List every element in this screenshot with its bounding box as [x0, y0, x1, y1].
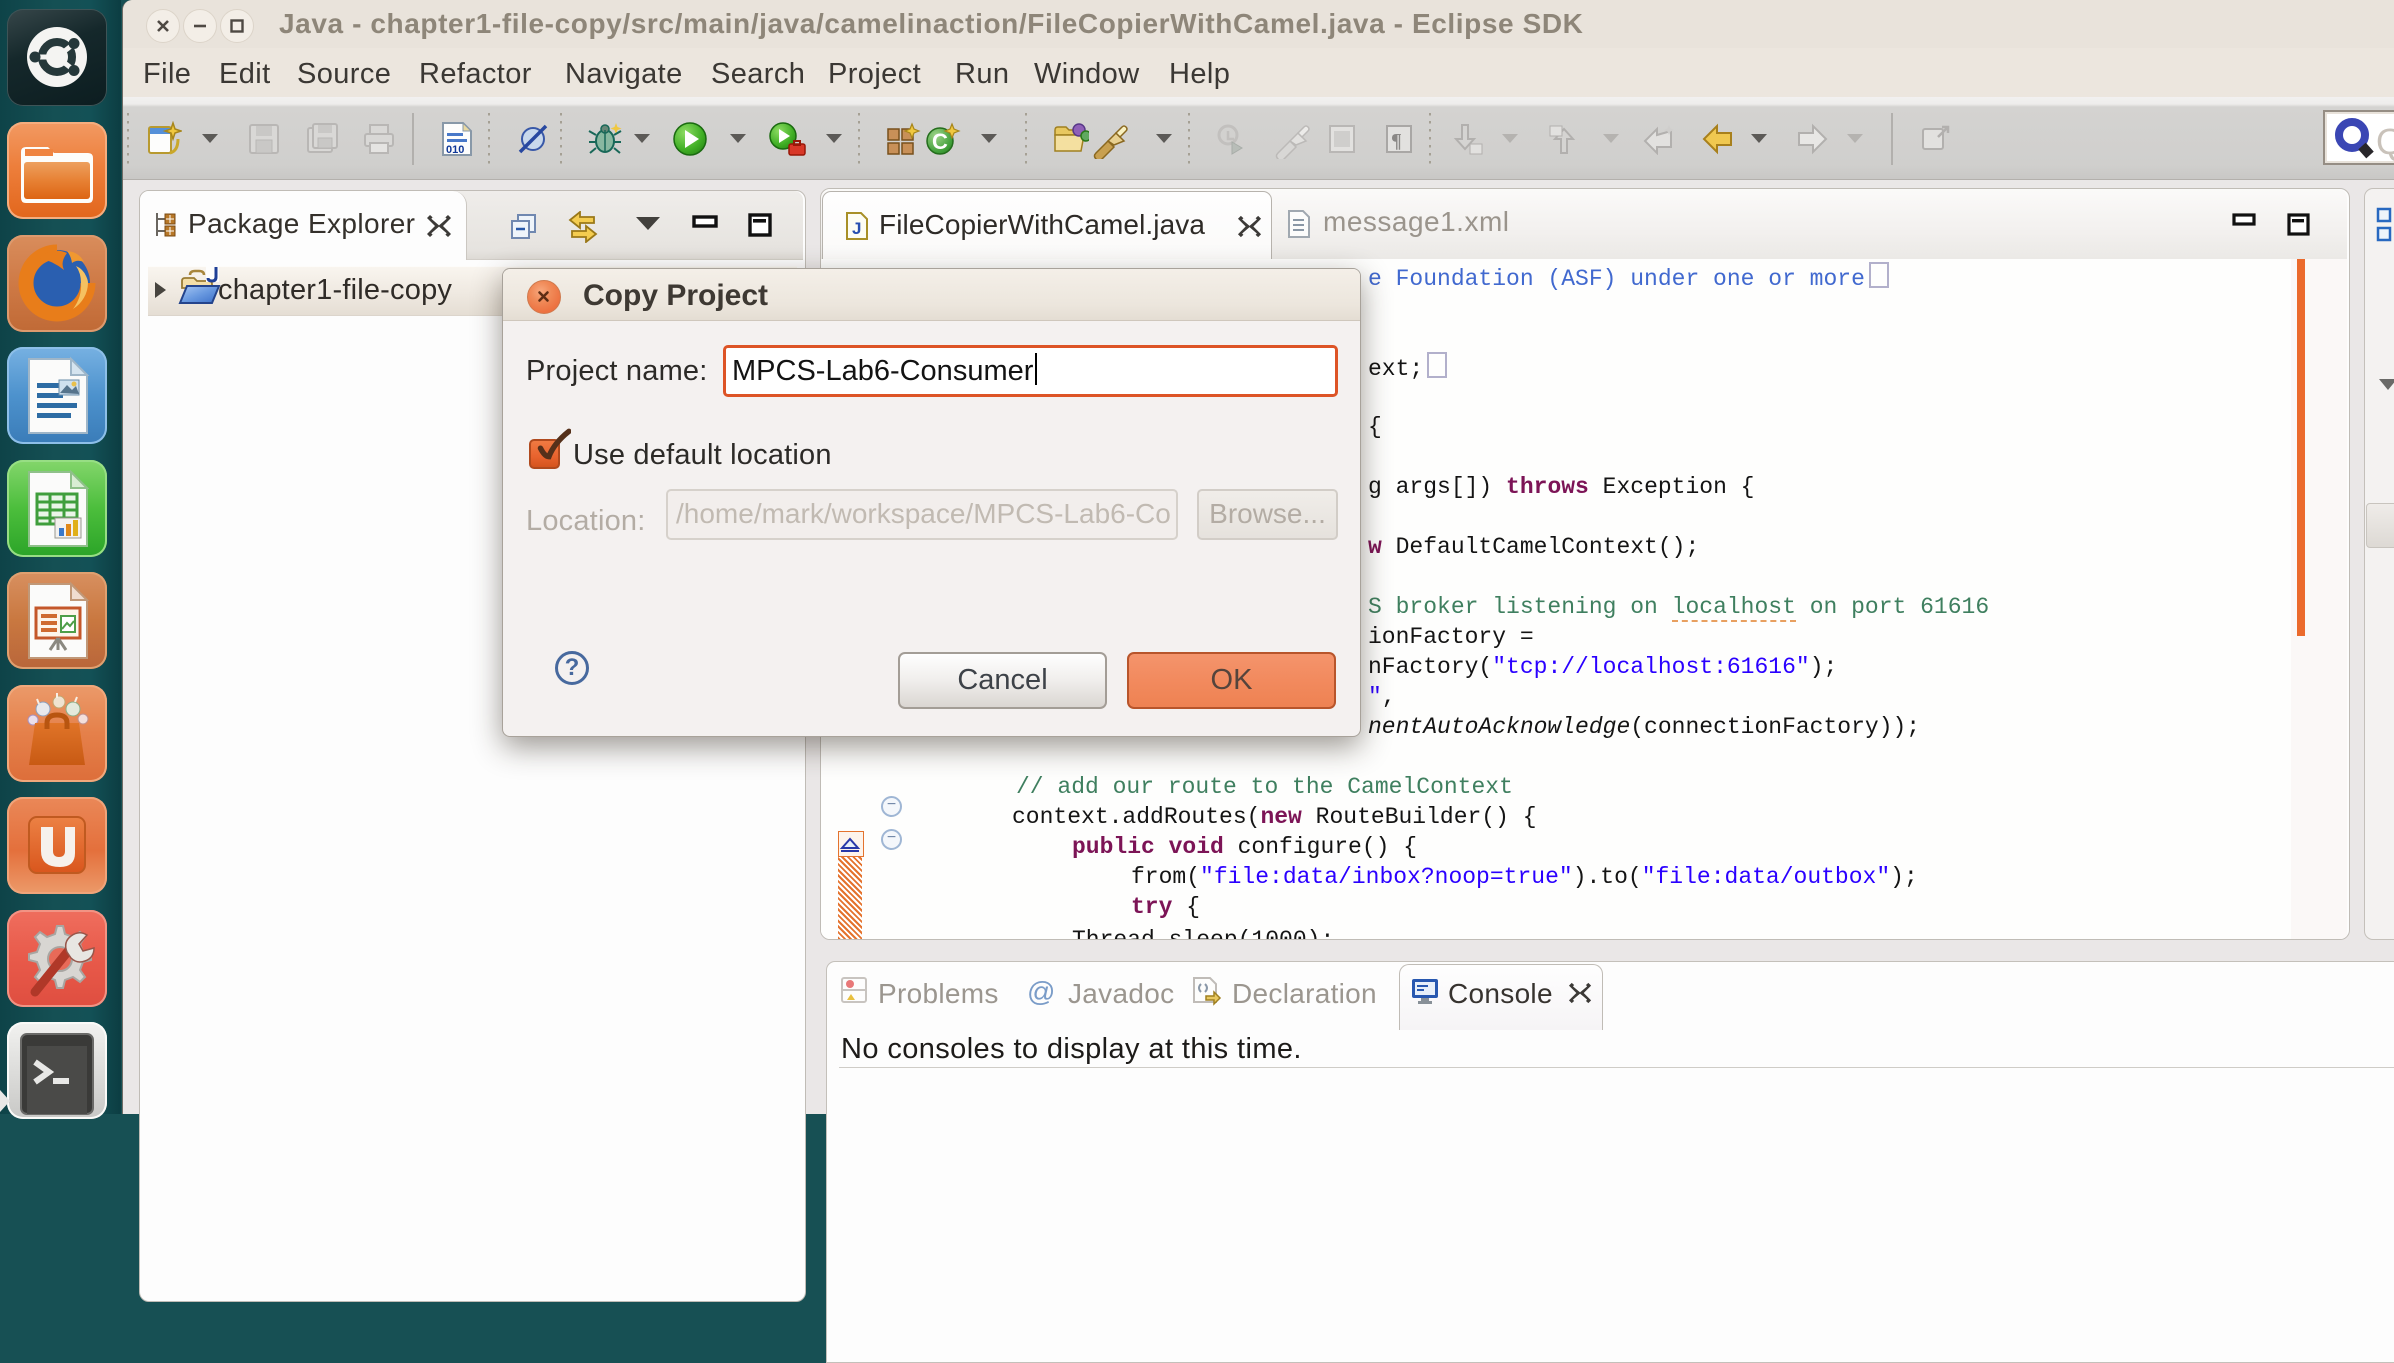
svg-text:C: C — [932, 129, 948, 154]
svg-text:010: 010 — [446, 144, 464, 156]
svg-text:¶: ¶ — [1391, 130, 1402, 152]
svg-text:J: J — [852, 219, 861, 238]
